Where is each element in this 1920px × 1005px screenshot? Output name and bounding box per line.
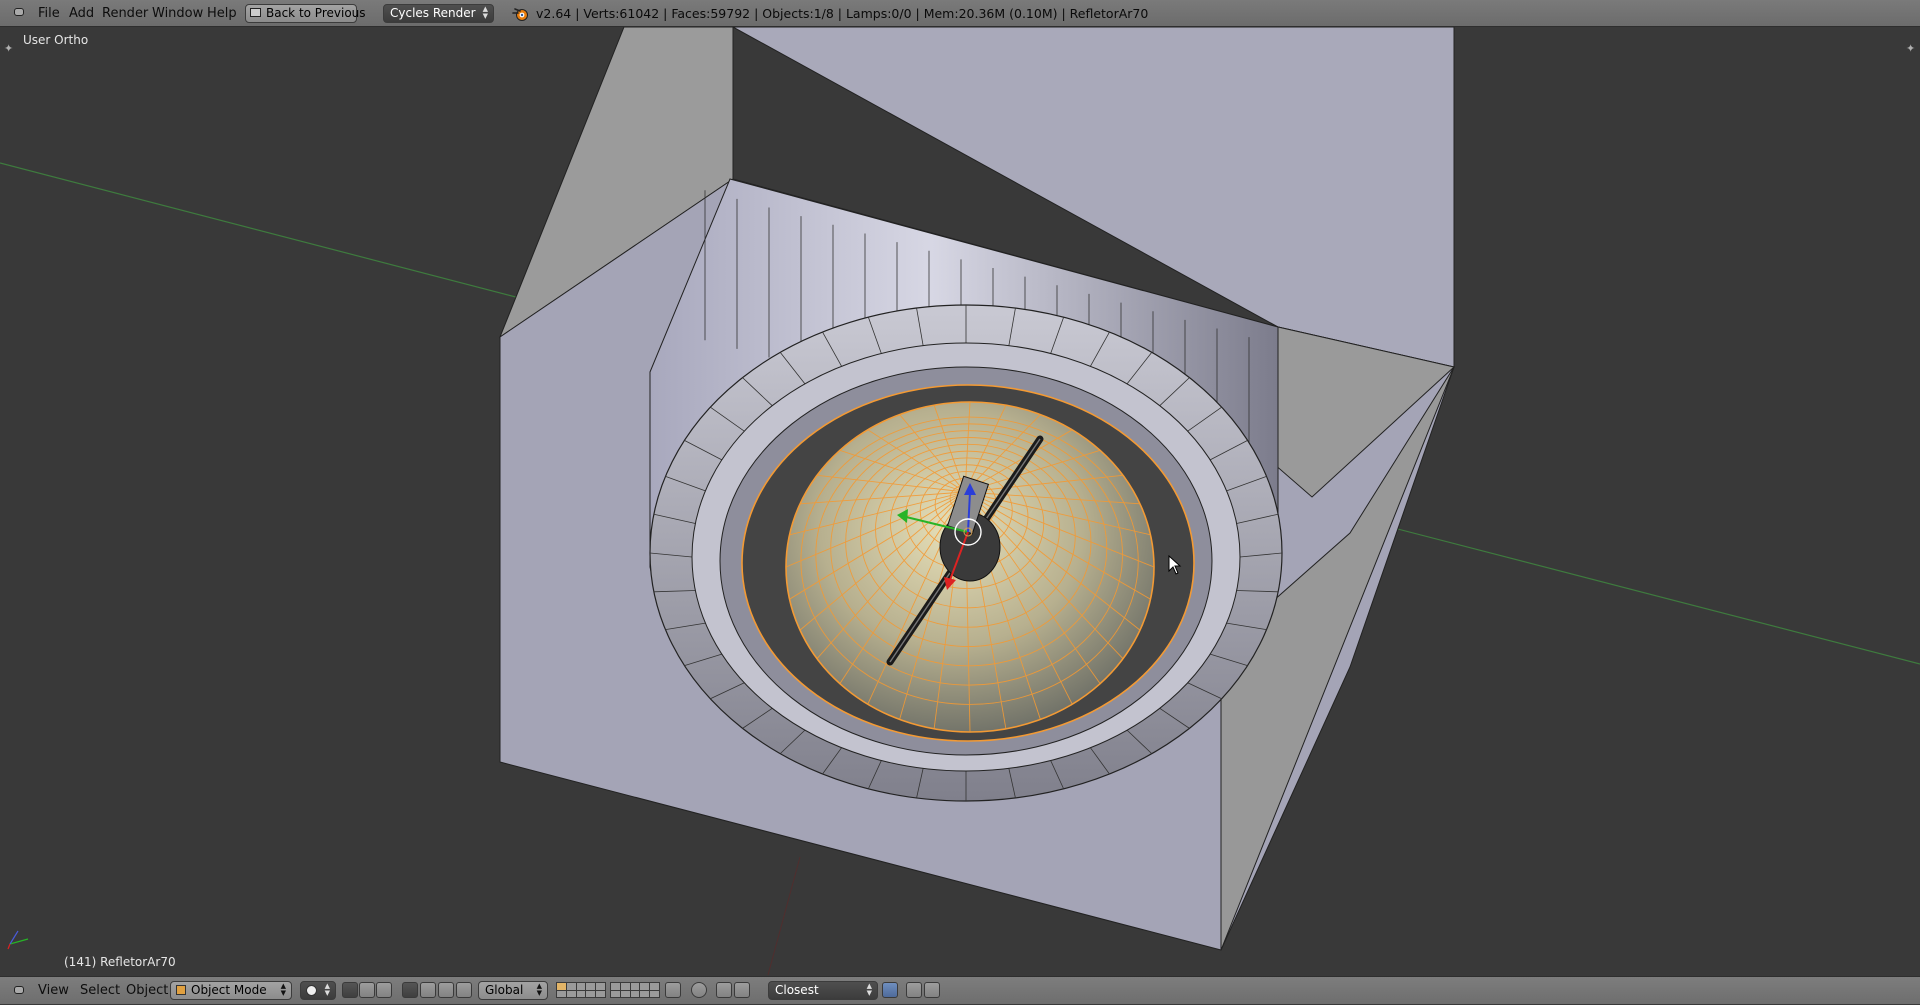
layers-group-2[interactable] [610,982,660,998]
pivot-dropdown-icon[interactable] [359,982,375,998]
snap-element-icon[interactable] [734,982,750,998]
rotate-manipulator-icon[interactable] [438,982,454,998]
menu-add[interactable]: Add [69,0,94,27]
properties-expand-icon[interactable]: ✦ [1906,43,1915,54]
viewport-shading-dropdown[interactable]: ▲ ▼ [300,981,336,1000]
solid-sphere-icon [306,985,317,996]
snap-target-value: Closest [775,983,819,997]
updown-arrows-icon: ▲ ▼ [536,982,542,997]
opengl-render-icon[interactable] [906,982,922,998]
menu-view[interactable]: View [38,977,69,1005]
3d-viewport[interactable]: User Ortho ✦ ✦ (141) RefletorAr70 [0,27,1920,976]
mode-dropdown[interactable]: Object Mode ▲ ▼ [170,981,292,1000]
mode-value: Object Mode [191,983,267,997]
render-engine-dropdown[interactable]: Cycles Render ▲ ▼ [383,4,494,23]
back-to-previous-button[interactable]: Back to Previous [245,4,366,23]
pivot-icon[interactable] [342,982,358,998]
toolshelf-expand-icon[interactable]: ✦ [4,43,13,54]
updown-arrows-icon: ▲ ▼ [866,982,872,997]
menu-help[interactable]: Help [207,0,237,27]
menu-object[interactable]: Object [126,977,168,1005]
scale-manipulator-icon[interactable] [456,982,472,998]
menu-select[interactable]: Select [80,977,120,1005]
transform-orientation-value: Global [485,983,524,997]
back-to-previous-label: Back to Previous [266,6,366,20]
align-rotation-icon[interactable] [882,982,898,998]
translate-manipulator-icon[interactable] [420,982,436,998]
scene-statistics: v2.64 | Verts:61042 | Faces:59792 | Obje… [536,6,1149,21]
view-name-label: User Ortho [23,33,89,47]
camera-render-icon[interactable] [924,982,940,998]
info-header: File Add Render Window Help Back to Prev… [0,0,1920,27]
scene-render[interactable] [0,27,1920,976]
mouse-pointer-icon [1168,555,1182,575]
manipulator-icon[interactable] [402,982,418,998]
updown-arrows-icon: ▲ ▼ [482,5,488,20]
snap-target-dropdown[interactable]: Closest ▲ ▼ [768,981,878,1000]
render-engine-value: Cycles Render [390,6,476,20]
screen-back-icon [250,8,261,17]
view-axes-icon [7,930,29,950]
transform-orientation-dropdown[interactable]: Global ▲ ▼ [478,981,548,1000]
menu-file[interactable]: File [38,0,60,27]
layers-group-1[interactable] [556,982,606,998]
active-object-label: (141) RefletorAr70 [64,955,176,969]
updown-arrows-icon: ▲ ▼ [324,982,330,997]
blender-logo-icon [512,8,528,21]
updown-arrows-icon: ▲ ▼ [280,982,286,997]
layers-lock-icon[interactable] [376,982,392,998]
lock-camera-icon[interactable] [665,982,681,998]
3d-view-header: View Select Object Object Mode ▲ ▼ ▲ ▼ Glo… [0,976,1920,1004]
menu-render[interactable]: Render [102,0,148,27]
proportional-edit-icon[interactable] [691,982,707,998]
object-mode-icon [176,985,186,995]
menu-window[interactable]: Window [152,0,203,27]
editor-type-icon[interactable] [14,8,24,16]
magnet-icon[interactable] [716,982,732,998]
editor-type-icon[interactable] [14,986,24,994]
